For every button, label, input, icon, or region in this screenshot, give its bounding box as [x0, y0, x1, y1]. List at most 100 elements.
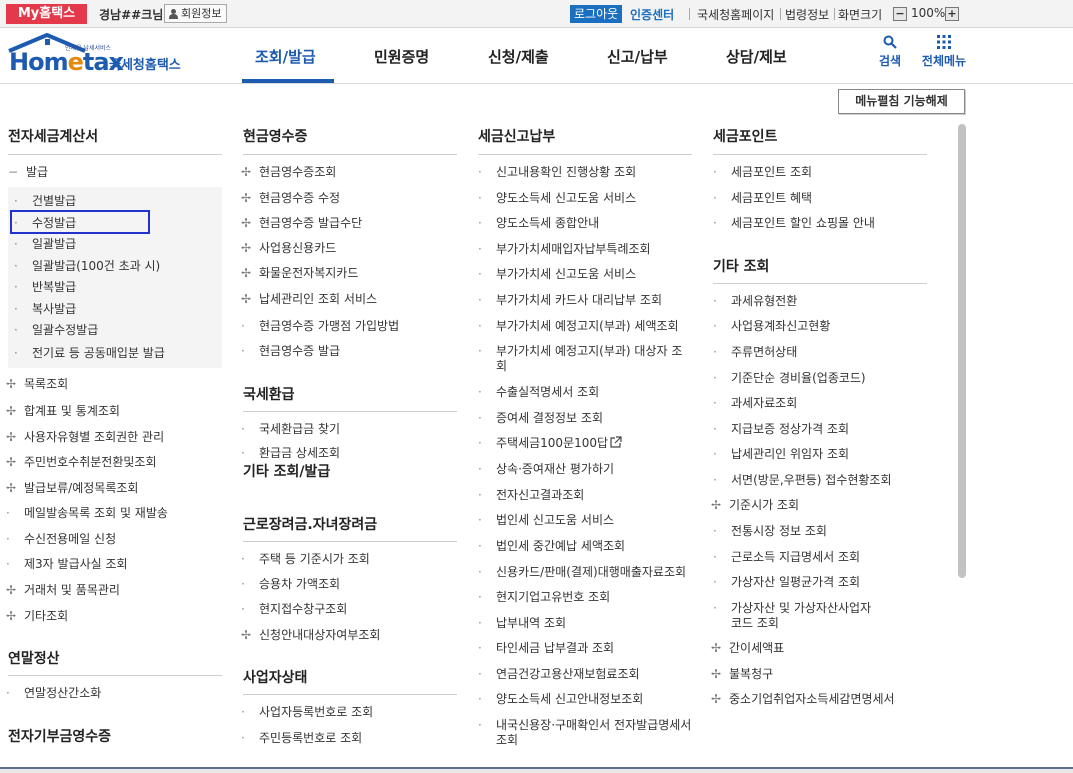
- menu-item[interactable]: · 일괄발급(100건 초과 시): [14, 259, 160, 274]
- nav-inquiry-issue[interactable]: 조회/발급: [255, 46, 316, 67]
- menu-item[interactable]: · 승용차 가액조회: [241, 577, 340, 592]
- menu-item[interactable]: · 세금포인트 할인 쇼핑몰 안내: [713, 216, 875, 231]
- nts-homepage-link[interactable]: 국세청홈페이지: [697, 6, 774, 23]
- menu-item[interactable]: · 전통시장 정보 조회: [713, 524, 827, 539]
- menu-item[interactable]: · 법인세 신고도움 서비스: [478, 513, 614, 528]
- menu-item[interactable]: · 양도소득세 신고도움 서비스: [478, 191, 636, 206]
- menu-item[interactable]: · 부가가치세 신고도움 서비스: [478, 267, 636, 282]
- menu-item[interactable]: · 수신전용메일 신청: [6, 532, 116, 547]
- menu-item[interactable]: · 증여세 결정정보 조회: [478, 411, 603, 426]
- menu-item[interactable]: · 현지기업고유번호 조회: [478, 590, 610, 605]
- menu-item[interactable]: · 주민등록번호로 조회: [241, 731, 362, 746]
- menu-item[interactable]: · 신고내용확인 진행상황 조회: [478, 165, 636, 180]
- menu-scrollbar-thumb[interactable]: [958, 124, 966, 578]
- menu-item[interactable]: · 전자신고결과조회: [478, 488, 584, 503]
- menu-item[interactable]: · 지급보증 정상가격 조회: [713, 422, 849, 437]
- menu-item[interactable]: · 현금영수증 발급: [241, 344, 340, 359]
- menu-item[interactable]: · 서면(방문,우편등) 접수현황조회: [713, 473, 892, 488]
- zoom-out-button[interactable]: −: [893, 7, 907, 21]
- menu-item[interactable]: · 수출실적명세서 조회: [478, 385, 599, 400]
- menu-item[interactable]: · 부가가치세 예정고지(부과) 대상자 조회: [478, 344, 692, 374]
- menu-fold-toggle-button[interactable]: 메뉴펼침 기능해제: [838, 89, 965, 114]
- menu-item[interactable]: · 주택세금100문100답: [478, 436, 622, 451]
- menu-item[interactable]: · 연말정산간소화: [6, 686, 101, 701]
- menu-item[interactable]: ✢ 신청안내대상자여부조회: [241, 628, 380, 643]
- menu-item[interactable]: ✢ 중소기업취업자소득세감면명세서: [711, 692, 895, 707]
- menu-item[interactable]: ✢ 사업용신용카드: [241, 241, 336, 256]
- category-year-end[interactable]: 연말정산: [8, 648, 60, 668]
- my-hometax-button[interactable]: My홈택스: [6, 4, 87, 24]
- menu-item[interactable]: · 타인세금 납부결과 조회: [478, 641, 614, 656]
- menu-item[interactable]: · 일괄발급: [14, 237, 76, 252]
- menu-item[interactable]: · 국세환급금 찾기: [241, 422, 340, 437]
- menu-item[interactable]: · 주택 등 기준시가 조회: [241, 552, 370, 567]
- menu-item[interactable]: ✢ 발급보류/예정목록조회: [6, 481, 138, 496]
- category-other-inquiry[interactable]: 기타 조회: [713, 256, 769, 276]
- nav-apply-submit[interactable]: 신청/제출: [488, 46, 549, 67]
- menu-item[interactable]: ✢ 사용자유형별 조회권한 관리: [6, 430, 164, 445]
- menu-item[interactable]: · 기준단순 경비율(업종코드): [713, 371, 866, 386]
- menu-item[interactable]: ✢ 현금영수증조회: [241, 165, 336, 180]
- menu-item[interactable]: · 현지접수창구조회: [241, 602, 347, 617]
- menu-item[interactable]: ✢ 합계표 및 통계조회: [6, 404, 120, 419]
- menu-item[interactable]: · 제3자 발급사실 조회: [6, 557, 128, 572]
- menu-item[interactable]: · 메일발송목록 조회 및 재발송: [6, 506, 168, 521]
- menu-item[interactable]: ✢ 납세관리인 조회 서비스: [241, 292, 377, 307]
- menu-item[interactable]: · 사업자등록번호로 조회: [241, 705, 373, 720]
- menu-item[interactable]: · 납세관리인 위임자 조회: [713, 447, 849, 462]
- menu-item[interactable]: ✢ 간이세액표: [711, 641, 784, 656]
- menu-item[interactable]: · 과세자료조회: [713, 396, 797, 411]
- menu-item[interactable]: · 세금포인트 조회: [713, 165, 812, 180]
- zoom-in-button[interactable]: +: [945, 7, 959, 21]
- menu-item[interactable]: · 주류면허상태: [713, 345, 797, 360]
- menu-item[interactable]: · 일괄수정발급: [14, 323, 98, 338]
- menu-item[interactable]: · 복사발급: [14, 302, 76, 317]
- category-e-tax-invoice[interactable]: 전자세금계산서: [8, 126, 98, 146]
- member-info-button[interactable]: 회원정보: [164, 4, 228, 23]
- menu-item[interactable]: · 사업용계좌신고현황: [713, 319, 830, 334]
- menu-item[interactable]: · 신용카드/판매(결제)대행매출자료조회: [478, 565, 686, 580]
- menu-item[interactable]: · 양도소득세 종합안내: [478, 216, 599, 231]
- category-tax-refund[interactable]: 국세환급: [243, 384, 295, 404]
- menu-item[interactable]: · 반복발급: [14, 280, 76, 295]
- menu-item[interactable]: · 환급금 상세조회: [241, 446, 340, 461]
- menu-item[interactable]: · 납부내역 조회: [478, 616, 566, 631]
- menu-item[interactable]: · 건별발급: [14, 194, 76, 209]
- menu-item[interactable]: · 내국신용장·구매확인서 전자발급명세서 조회: [478, 718, 692, 748]
- menu-item[interactable]: · 가상자산 일평균가격 조회: [713, 575, 860, 590]
- law-info-link[interactable]: 법령정보: [785, 6, 829, 23]
- menu-item[interactable]: · 부가가치세 예정고지(부과) 세액조회: [478, 319, 679, 334]
- category-cash-receipt[interactable]: 현금영수증: [243, 126, 307, 146]
- menu-item[interactable]: · 연금건강고용산재보험료조회: [478, 667, 640, 682]
- menu-item[interactable]: · 부가가치세매입자납부특례조회: [478, 242, 651, 257]
- category-other-inquiry-issue[interactable]: 기타 조회/발급: [243, 461, 330, 481]
- nav-consult-report[interactable]: 상담/제보: [726, 46, 787, 67]
- menu-item[interactable]: · 상속·증여재산 평가하기: [478, 462, 614, 477]
- menu-item[interactable]: ✢ 화물운전자복지카드: [241, 266, 358, 281]
- nav-report-pay[interactable]: 신고/납부: [607, 46, 668, 67]
- menu-item[interactable]: · 부가가치세 카드사 대리납부 조회: [478, 293, 662, 308]
- menu-item[interactable]: ✢ 현금영수증 수정: [241, 191, 340, 206]
- menu-item[interactable]: · 과세유형전환: [713, 294, 797, 309]
- category-tax-point[interactable]: 세금포인트: [713, 126, 777, 146]
- category-e-donation-receipt[interactable]: 전자기부금영수증: [8, 726, 111, 746]
- menu-item[interactable]: ✢ 현금영수증 발급수단: [241, 216, 362, 231]
- menu-item[interactable]: ✢ 주민번호수취분전환및조회: [6, 455, 156, 470]
- nav-certificate[interactable]: 민원증명: [374, 46, 429, 67]
- group-issue[interactable]: − 발급: [8, 165, 48, 180]
- search-button[interactable]: 검색: [872, 35, 908, 69]
- menu-item[interactable]: · 가상자산 및 가상자산사업자 코드 조회: [713, 601, 873, 631]
- cert-center-link[interactable]: 인증센터: [630, 6, 674, 23]
- hometax-logo[interactable]: 언제온 납세서비스 Hometax 국세청홈택스: [7, 33, 192, 77]
- menu-item[interactable]: · 법인세 중간예납 세액조회: [478, 539, 625, 554]
- menu-item[interactable]: ✢ 기타조회: [6, 609, 68, 624]
- category-earned-income-credit[interactable]: 근로장려금.자녀장려금: [243, 514, 377, 534]
- logout-button[interactable]: 로그아웃: [570, 5, 623, 23]
- menu-item[interactable]: ✢ 불복청구: [711, 667, 773, 682]
- category-business-status[interactable]: 사업자상태: [243, 667, 307, 687]
- all-menu-button[interactable]: 전체메뉴: [916, 35, 972, 69]
- menu-item[interactable]: · 양도소득세 신고안내정보조회: [478, 692, 643, 707]
- menu-item[interactable]: ✢ 기준시가 조회: [711, 498, 799, 513]
- menu-item[interactable]: · 현금영수증 가맹점 가입방법: [241, 319, 399, 334]
- menu-item[interactable]: · 전기료 등 공동매입분 발급: [14, 346, 165, 361]
